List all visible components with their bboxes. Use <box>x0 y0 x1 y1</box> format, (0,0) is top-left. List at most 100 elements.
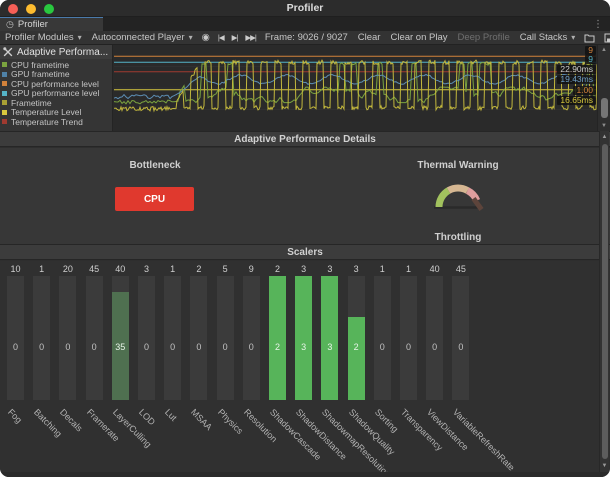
chart-value-readout: 1.00 <box>573 86 596 95</box>
scaler-max-label: 1 <box>395 264 422 274</box>
scaler-shadowmapresolution[interactable]: 33ShadowmapResolution <box>316 261 343 472</box>
legend-label: Temperature Level <box>11 107 81 117</box>
frame-counter: Frame: 9026 / 9027 <box>260 31 353 44</box>
scaler-sorting[interactable]: 10Sorting <box>369 261 396 472</box>
scaler-fog[interactable]: 100Fog <box>2 261 29 472</box>
legend-swatch-icon <box>2 110 7 115</box>
clear-on-play-button[interactable]: Clear on Play <box>385 31 452 44</box>
scaler-framerate[interactable]: 450Framerate <box>81 261 108 472</box>
tab-profiler[interactable]: ◷ Profiler <box>0 17 103 31</box>
scaler-max-label: 9 <box>238 264 265 274</box>
scaler-bar <box>400 276 417 400</box>
legend-item[interactable]: Temperature Level <box>2 108 110 118</box>
legend-item[interactable]: GPU performance level <box>2 89 110 99</box>
profiler-modules-dropdown[interactable]: Profiler Modules ▾ <box>0 31 87 44</box>
scaler-max-label: 2 <box>185 264 212 274</box>
scaler-current-label: 2 <box>264 342 291 352</box>
module-panel: Adaptive Performa... CPU frametimeGPU fr… <box>0 45 113 131</box>
scroll-down-icon[interactable]: ▼ <box>598 123 610 129</box>
scaler-decals[interactable]: 200Decals <box>54 261 81 472</box>
scaler-current-label: 0 <box>212 342 239 352</box>
chart-value-readout: 19.43ms <box>557 75 596 84</box>
scaler-current-label: 3 <box>316 342 343 352</box>
scaler-bar <box>112 276 129 400</box>
scaler-lut[interactable]: 10Lut <box>159 261 186 472</box>
tab-menu-icon[interactable]: ⋮ <box>590 17 606 31</box>
legend-swatch-icon <box>2 91 7 96</box>
legend-swatch-icon <box>2 81 7 86</box>
scaler-msaa[interactable]: 20MSAA <box>185 261 212 472</box>
next-frame-button[interactable]: ▶| <box>228 31 242 44</box>
legend-label: CPU frametime <box>11 60 69 70</box>
scaler-max-label: 5 <box>212 264 239 274</box>
legend-item[interactable]: CPU performance level <box>2 79 110 89</box>
scaler-bar <box>7 276 24 400</box>
scaler-layerculling[interactable]: 4035LayerCulling <box>107 261 134 472</box>
scaler-physics[interactable]: 50Physics <box>212 261 239 472</box>
scaler-resolution[interactable]: 90Resolution <box>238 261 265 472</box>
scaler-lod[interactable]: 30LOD <box>133 261 160 472</box>
scaler-bar <box>33 276 50 400</box>
chart-value-readout: 22.90ms <box>557 65 596 74</box>
throttling-label: Throttling <box>398 232 518 243</box>
legend-item[interactable]: CPU frametime <box>2 60 110 70</box>
scaler-shadowquality[interactable]: 32ShadowQuality <box>343 261 370 472</box>
scaler-bar <box>243 276 260 400</box>
record-button[interactable]: ◉ <box>198 31 214 44</box>
scaler-shadowdistance[interactable]: 33ShadowDistance <box>290 261 317 472</box>
save-profile-button[interactable] <box>600 31 610 44</box>
scaler-name-label: Fog <box>6 407 24 425</box>
legend-label: GPU frametime <box>11 69 70 79</box>
scaler-viewdistance[interactable]: 400ViewDistance <box>421 261 448 472</box>
details-header-label: Adaptive Performance Details <box>234 134 376 145</box>
scroll-down-icon[interactable]: ▼ <box>600 463 609 469</box>
details-scrollbar[interactable]: ▲ ▼ <box>599 131 609 472</box>
call-stacks-dropdown[interactable]: Call Stacks ▾ <box>515 31 581 44</box>
thermal-gauge-icon <box>428 180 488 214</box>
scaler-bar <box>217 276 234 400</box>
profiler-tab-icon: ◷ <box>6 20 14 29</box>
clear-button[interactable]: Clear <box>353 31 386 44</box>
chart-section: Adaptive Performa... CPU frametimeGPU fr… <box>0 45 610 131</box>
scroll-up-icon[interactable]: ▲ <box>600 134 609 140</box>
previous-frame-button[interactable]: |◀ <box>214 31 228 44</box>
frametime-chart-svg[interactable] <box>114 45 597 131</box>
scaler-max-label: 3 <box>290 264 317 274</box>
scaler-max-label: 45 <box>447 264 474 274</box>
legend-label: Temperature Trend <box>11 117 83 127</box>
scroll-up-icon[interactable]: ▲ <box>598 47 610 53</box>
scaler-shadowcascade[interactable]: 22ShadowCascade <box>264 261 291 472</box>
scaler-bar <box>190 276 207 400</box>
chevron-down-icon: ▾ <box>78 33 82 42</box>
scaler-bar <box>426 276 443 400</box>
chart-value-readout: 16.65ms <box>557 96 596 105</box>
thermal-warning-label: Thermal Warning <box>398 160 518 171</box>
legend-item[interactable]: GPU frametime <box>2 70 110 80</box>
scaler-current-label: 0 <box>421 342 448 352</box>
load-profile-button[interactable] <box>580 31 600 44</box>
scaler-variablerefreshrate[interactable]: 450VariableRefreshRate <box>447 261 474 472</box>
chart-value-readout: 9 <box>585 55 596 64</box>
legend-item[interactable]: Frametime <box>2 98 110 108</box>
scaler-current-label: 0 <box>28 342 55 352</box>
deep-profile-button[interactable]: Deep Profile <box>453 31 515 44</box>
scaler-bar <box>269 276 286 400</box>
scaler-bar <box>374 276 391 400</box>
frametime-chart[interactable]: 9922.90ms19.43ms1.0016.65ms <box>114 45 597 131</box>
scaler-transparency[interactable]: 10Transparency <box>395 261 422 472</box>
scaler-bar <box>295 276 312 400</box>
bottleneck-indicator: CPU <box>115 187 194 211</box>
target-dropdown[interactable]: Autoconnected Player ▾ <box>87 31 198 44</box>
legend-item[interactable]: Temperature Trend <box>2 117 110 127</box>
current-frame-button[interactable]: ▶▶| <box>241 31 259 44</box>
scaler-max-label: 40 <box>421 264 448 274</box>
scaler-name-label: VariableRefreshRate <box>451 407 517 473</box>
legend-swatch-icon <box>2 119 7 124</box>
chart-scrollbar[interactable]: ▲ ▼ <box>597 45 610 131</box>
details-scrollbar-thumb[interactable] <box>602 144 608 459</box>
legend-swatch-icon <box>2 100 7 105</box>
chevron-down-icon: ▾ <box>189 33 193 42</box>
scaler-batching[interactable]: 10Batching <box>28 261 55 472</box>
chart-scrollbar-thumb[interactable] <box>601 98 608 118</box>
module-header[interactable]: Adaptive Performa... <box>0 45 112 59</box>
